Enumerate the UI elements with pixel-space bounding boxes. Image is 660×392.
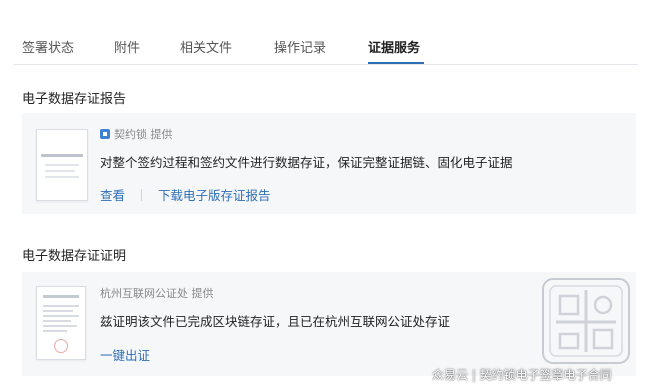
notary-seal-icon [542,278,630,364]
report-provider-label: 契约锁 提供 [114,128,173,141]
report-actions: 查看 下载电子版存证报告 [100,185,271,204]
view-report-link[interactable]: 查看 [100,185,125,204]
tab-signing-status[interactable]: 签署状态 [22,37,74,56]
issue-certificate-link[interactable]: 一键出证 [100,345,150,364]
report-description: 对整个签约过程和签约文件进行数据存证，保证完整证据链、固化电子证据 [100,155,513,170]
report-provider: 契约锁 提供 [100,126,173,142]
link-divider [141,188,143,201]
qiyuesuo-logo-icon [100,129,110,139]
report-thumbnail[interactable] [36,129,88,201]
watermark: 众易云 | 契约锁电子签章电子合同 [432,368,612,382]
certificate-description: 兹证明该文件已完成区块链存证，且已在杭州互联网公证处存证 [100,314,451,329]
download-report-link[interactable]: 下载电子版存证报告 [158,185,271,204]
report-card: 契约锁 提供 对整个签约过程和签约文件进行数据存证，保证完整证据链、固化电子证据… [22,113,636,214]
certificate-thumbnail[interactable] [36,286,86,360]
seal-icon [54,339,68,353]
certificate-actions: 一键出证 [100,345,150,364]
tab-operation-log[interactable]: 操作记录 [274,37,326,56]
tab-related-files[interactable]: 相关文件 [180,37,232,56]
tab-divider [14,64,638,65]
report-section-title: 电子数据存证报告 [22,92,127,107]
tab-bar: 签署状态 附件 相关文件 操作记录 证据服务 [0,0,660,66]
certificate-provider: 杭州互联网公证处 提供 [100,287,214,300]
tab-attachments[interactable]: 附件 [114,37,140,56]
tab-evidence-service[interactable]: 证据服务 [368,37,420,56]
certificate-section-title: 电子数据存证证明 [22,249,127,264]
